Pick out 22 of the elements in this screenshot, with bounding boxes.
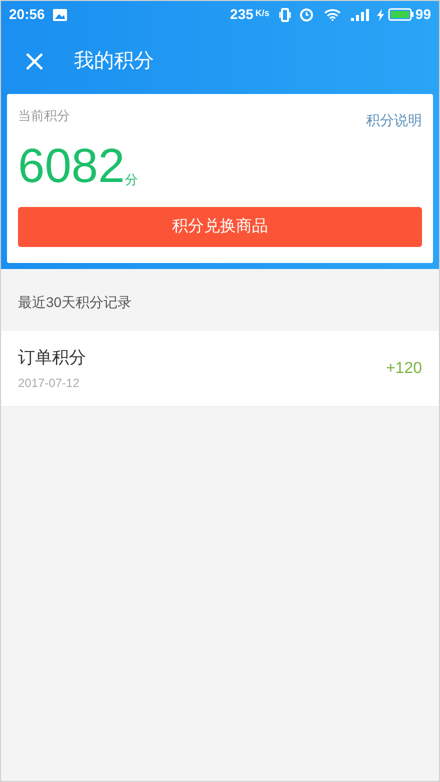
page-title: 我的积分 (74, 49, 154, 74)
battery-level: 99 (415, 5, 431, 24)
points-value: 6082 (18, 141, 125, 193)
alarm-icon (299, 7, 314, 22)
vibrate-icon (279, 8, 292, 22)
close-icon[interactable] (25, 52, 44, 70)
signal-icon (351, 8, 370, 20)
points-unit: 分 (124, 170, 138, 188)
section-title: 最近30天积分记录 (18, 292, 132, 312)
record-date: 2017-07-12 (18, 375, 80, 392)
points-label: 当前积分 (18, 107, 70, 125)
network-speed: 235 (230, 5, 254, 24)
charging-icon (377, 8, 384, 20)
record-name: 订单积分 (18, 346, 86, 369)
record-amount: +120 (386, 358, 422, 378)
battery-icon (388, 8, 414, 21)
speed-unit: K/s (255, 7, 270, 20)
points-help-link[interactable]: 积分说明 (366, 110, 422, 131)
status-time: 20:56 (9, 5, 45, 24)
wifi-icon (324, 8, 342, 21)
image-icon (52, 8, 67, 20)
redeem-button[interactable]: 积分兑换商品 (18, 207, 422, 247)
